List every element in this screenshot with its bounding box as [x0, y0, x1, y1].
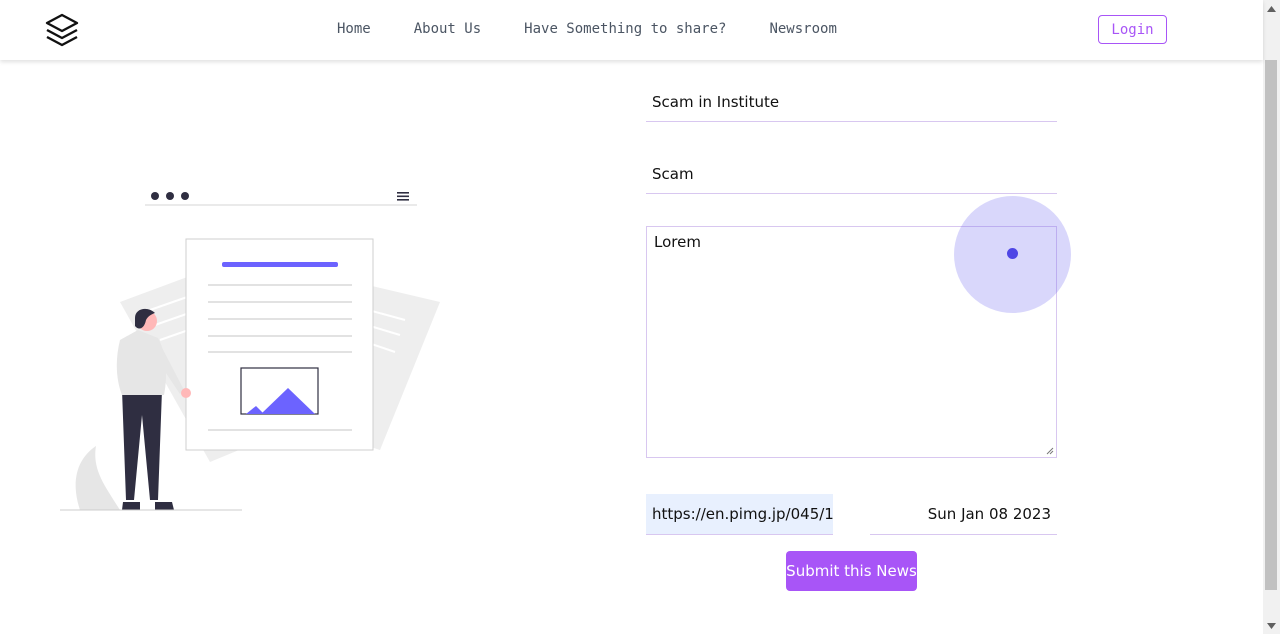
- window-dot: [166, 192, 174, 200]
- nav-links: Home About Us Have Something to share? N…: [337, 19, 880, 39]
- plant: [75, 446, 120, 510]
- nav-link-home[interactable]: Home: [337, 19, 371, 39]
- news-illustration: [60, 192, 440, 511]
- login-button[interactable]: Login: [1098, 15, 1167, 44]
- nav-link-newsroom[interactable]: Newsroom: [769, 19, 836, 39]
- scroll-up-icon[interactable]: [1263, 0, 1280, 17]
- window-dot: [151, 192, 159, 200]
- cursor-dot: [1007, 248, 1018, 259]
- layers-icon[interactable]: [44, 12, 80, 48]
- document-headline: [222, 262, 338, 267]
- nav-link-about-us[interactable]: About Us: [414, 19, 481, 39]
- news-category-field[interactable]: Scam: [646, 154, 1057, 194]
- navbar: Home About Us Have Something to share? N…: [0, 0, 1263, 60]
- date-field[interactable]: Sun Jan 08 2023: [870, 494, 1057, 535]
- news-title-field[interactable]: Scam in Institute: [646, 82, 1057, 122]
- nav-link-share[interactable]: Have Something to share?: [524, 19, 726, 39]
- vertical-scrollbar[interactable]: [1263, 0, 1280, 634]
- resize-handle-icon[interactable]: [1046, 447, 1054, 455]
- image-url-field[interactable]: https://en.pimg.jp/045/15: [646, 494, 833, 535]
- document-paper: [185, 238, 374, 451]
- submit-news-button[interactable]: Submit this News: [786, 551, 917, 591]
- description-text: Lorem: [654, 233, 701, 251]
- menu-icon: [397, 192, 409, 201]
- window-dot: [181, 192, 189, 200]
- scrollbar-thumb[interactable]: [1265, 60, 1277, 590]
- scroll-down-icon[interactable]: [1263, 617, 1280, 634]
